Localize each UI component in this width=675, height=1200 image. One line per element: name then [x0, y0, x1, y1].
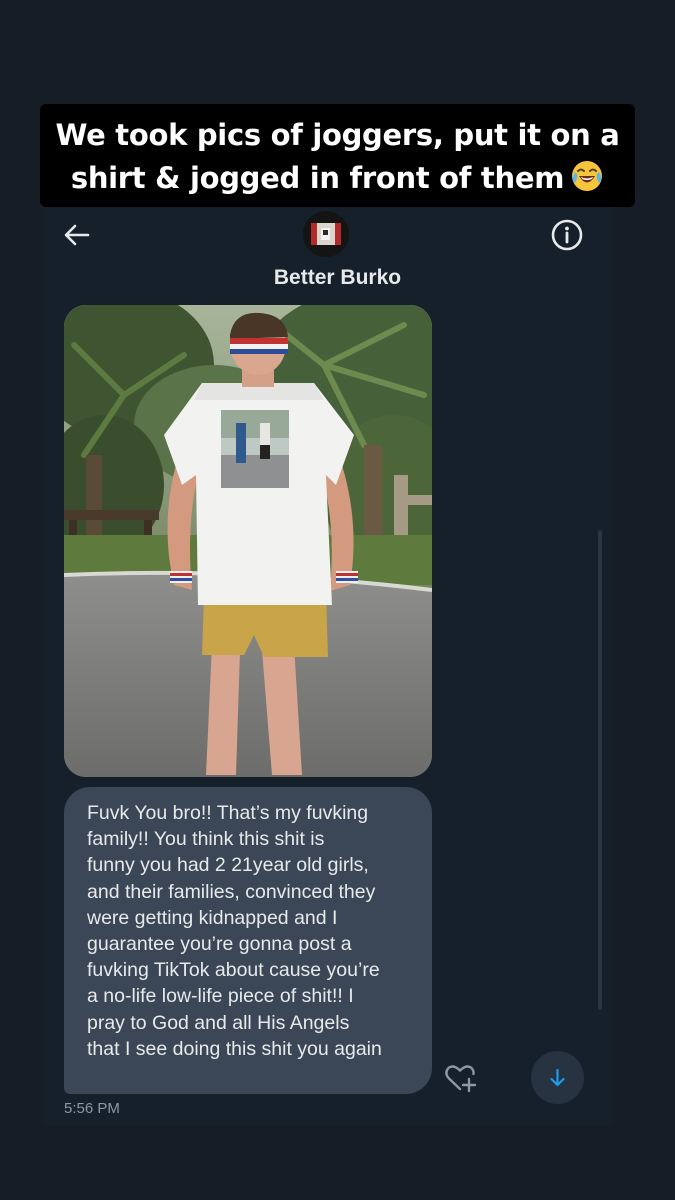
- scrollbar[interactable]: [598, 530, 602, 1010]
- message-line: family!! You think this shit is: [87, 828, 325, 851]
- contact-name[interactable]: Better Burko: [0, 266, 675, 290]
- message-line: pray to God and all His Angels: [87, 1011, 350, 1034]
- info-icon[interactable]: [549, 217, 585, 253]
- scroll-to-bottom-button[interactable]: [531, 1051, 584, 1104]
- jogger-shirt-photo: [64, 305, 432, 777]
- message-line: and their families, convinced they: [87, 880, 376, 903]
- back-arrow-icon[interactable]: [60, 218, 94, 252]
- arrow-down-icon: [550, 1068, 565, 1087]
- message-photo[interactable]: [64, 305, 432, 777]
- laughing-emoji-icon: [572, 161, 603, 191]
- message-line: fuvking TikTok about cause you’re: [87, 959, 380, 982]
- caption-line-1: We took pics of joggers, put it on a: [55, 118, 620, 152]
- message-line: that I see doing this shit you again: [87, 1037, 382, 1060]
- message-line: a no-life low-life piece of shit!! I: [87, 985, 354, 1008]
- caption-line-2-text: shirt & jogged in front of them: [70, 161, 565, 195]
- add-reaction-heart-icon[interactable]: [443, 1062, 477, 1094]
- avatar-image: [303, 211, 349, 257]
- message-timestamp: 5:56 PM: [64, 1100, 120, 1117]
- contact-avatar[interactable]: [303, 211, 349, 257]
- overlay-caption: We took pics of joggers, put it on a shi…: [40, 104, 635, 207]
- message-line: guarantee you’re gonna post a: [87, 933, 352, 956]
- message-line: funny you had 2 21year old girls,: [87, 854, 369, 877]
- caption-line-2: shirt & jogged in front of them: [40, 157, 635, 200]
- message-line: were getting kidnapped and I: [87, 906, 338, 929]
- message-line: Fuvk You bro!! That’s my fuvking: [87, 802, 369, 824]
- received-message-bubble[interactable]: Fuvk You bro!! That’s my fuvking family!…: [64, 787, 432, 1094]
